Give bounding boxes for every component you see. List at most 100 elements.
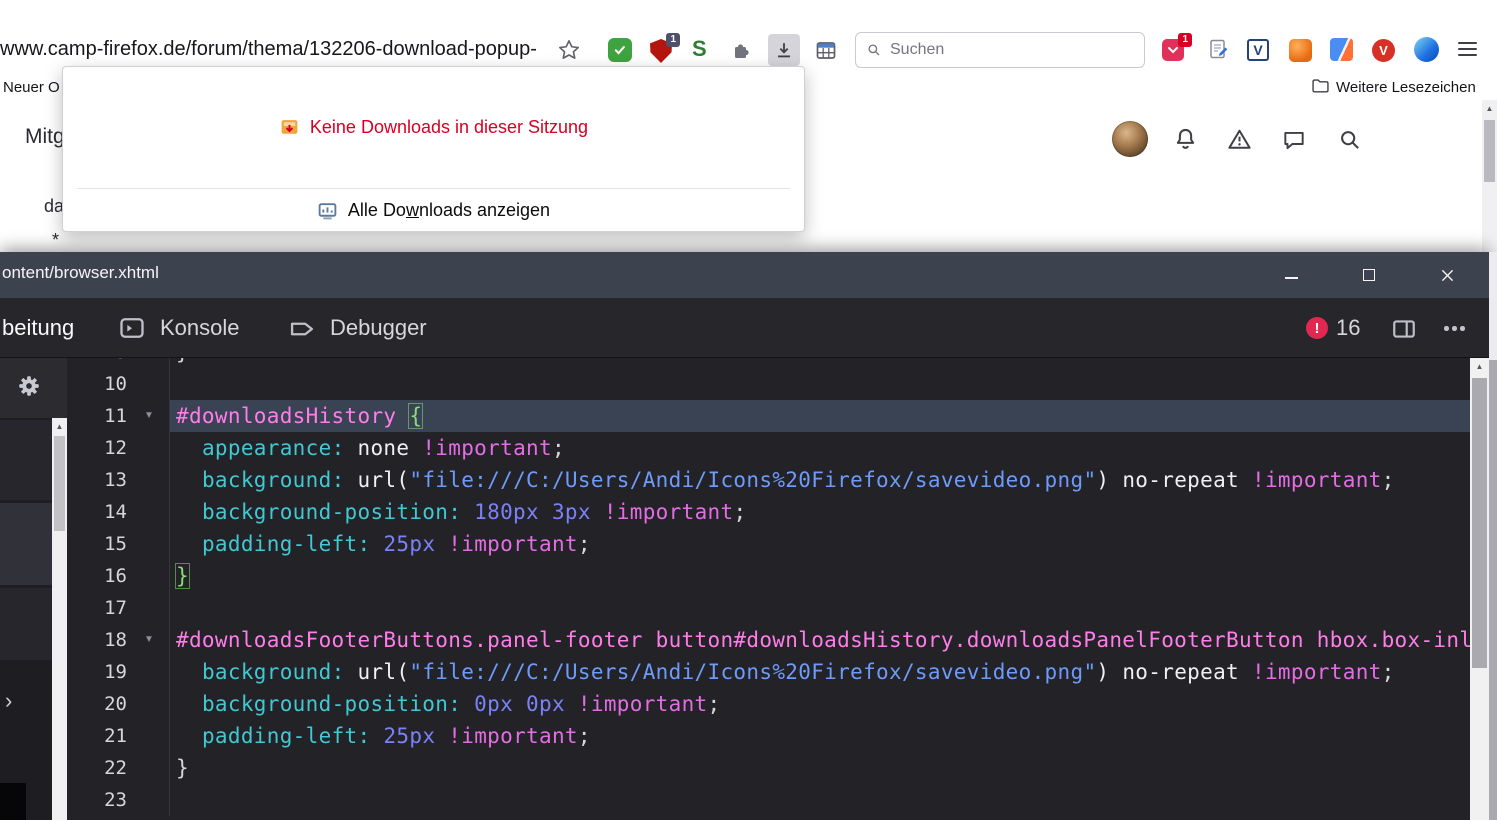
menu-hamburger-icon[interactable]: [1458, 42, 1477, 56]
bookmark-item-other-bookmarks[interactable]: Weitere Lesezeichen: [1336, 79, 1476, 96]
notifications-bell-icon[interactable]: [1172, 126, 1199, 158]
line-number: 18: [104, 624, 127, 656]
code-text[interactable]: }: [170, 358, 1470, 368]
code-text[interactable]: background: url("file:///C:/Users/Andi/I…: [170, 464, 1470, 496]
page-nav-partial-label[interactable]: Mitg: [25, 125, 65, 149]
fold-arrow-icon[interactable]: ▼: [137, 400, 161, 432]
bookmark-star-icon[interactable]: [556, 37, 582, 68]
split-panel-icon[interactable]: [1390, 316, 1418, 347]
messages-chat-icon[interactable]: [1281, 127, 1307, 158]
extension-notes-icon[interactable]: [1206, 37, 1230, 66]
close-button[interactable]: [1418, 252, 1476, 298]
code-text[interactable]: padding-left: 25px !important;: [170, 720, 1470, 752]
edge-scrollbar-thumb[interactable]: [1489, 360, 1497, 820]
extension-calendar-icon[interactable]: [814, 38, 838, 67]
devtools-titlebar[interactable]: ontent/browser.xhtml: [0, 252, 1489, 298]
extension-container-icon[interactable]: [1330, 38, 1353, 61]
search-input[interactable]: [890, 41, 1110, 59]
line-number: 15: [104, 528, 127, 560]
extension-v-box-icon[interactable]: V: [1247, 39, 1269, 61]
code-text[interactable]: background: url("file:///C:/Users/Andi/I…: [170, 656, 1470, 688]
code-line[interactable]: 22}: [67, 752, 1470, 784]
code-line[interactable]: 23: [67, 784, 1470, 816]
stylesheet-list-item[interactable]: [0, 588, 52, 660]
stylesheet-list-item[interactable]: [0, 420, 52, 500]
avatar[interactable]: [1112, 121, 1148, 157]
line-gutter: 9: [67, 358, 170, 368]
line-gutter: 14: [67, 496, 170, 528]
editor-scrollbar[interactable]: ▲: [1470, 358, 1489, 820]
alerts-warning-icon[interactable]: [1226, 126, 1253, 158]
sidebar-scrollbar[interactable]: ▲: [52, 418, 67, 820]
browser-page-scrollbar[interactable]: ▲: [1482, 100, 1497, 252]
css-source-editor[interactable]: 9}1011▼#downloadsHistory {12 appearance:…: [67, 358, 1470, 820]
downloads-toolbar-button[interactable]: [768, 34, 800, 66]
extension-stylus-icon[interactable]: S: [692, 36, 707, 62]
extension-vt-icon[interactable]: V: [1372, 39, 1395, 62]
code-text[interactable]: }: [170, 752, 1470, 784]
code-line[interactable]: 13 background: url("file:///C:/Users/And…: [67, 464, 1470, 496]
extension-pocket-icon[interactable]: 1: [1162, 39, 1184, 61]
devtools-toolbar: beitung Konsole Debugger 16: [0, 298, 1489, 358]
code-line[interactable]: 18 ▼ #downloadsFooterButtons.panel-footer …: [67, 624, 1470, 656]
line-number: 10: [104, 368, 127, 400]
devtools-window: ontent/browser.xhtml beitung Konsole Deb…: [0, 252, 1489, 820]
code-text[interactable]: appearance: none !important;: [170, 432, 1470, 464]
fold-arrow-icon[interactable]: ▼: [137, 624, 161, 656]
firefox-browser-window: www.camp-firefox.de/forum/thema/132206-d…: [0, 0, 1497, 252]
code-text[interactable]: background-position: 0px 0px !important;: [170, 688, 1470, 720]
code-line[interactable]: 11▼#downloadsHistory {: [67, 400, 1470, 432]
error-count[interactable]: 16: [1336, 298, 1360, 358]
gear-icon[interactable]: [16, 373, 42, 404]
code-text[interactable]: [170, 784, 1470, 816]
extension-swirl-icon[interactable]: [1414, 37, 1439, 62]
download-icon: [773, 39, 795, 61]
debugger-tab-icon[interactable]: [288, 315, 316, 348]
code-line[interactable]: 20 background-position: 0px 0px !importa…: [67, 688, 1470, 720]
code-line[interactable]: 12 appearance: none !important;: [67, 432, 1470, 464]
code-line[interactable]: 19 background: url("file:///C:/Users/And…: [67, 656, 1470, 688]
tab-debugger[interactable]: Debugger: [330, 298, 427, 358]
minimize-button[interactable]: [1262, 252, 1320, 298]
url-bar[interactable]: www.camp-firefox.de/forum/thema/132206-d…: [0, 38, 537, 61]
code-line[interactable]: 9}: [67, 358, 1470, 368]
bookmarks-folder-icon[interactable]: [1310, 75, 1331, 101]
scrollbar-thumb[interactable]: [54, 436, 65, 531]
extensions-puzzle-icon[interactable]: [730, 38, 754, 67]
code-line[interactable]: 16}: [67, 560, 1470, 592]
code-line[interactable]: 14 background-position: 180px 3px !impor…: [67, 496, 1470, 528]
tab-style-editor[interactable]: beitung: [2, 298, 74, 358]
code-text[interactable]: [170, 368, 1470, 400]
maximize-button[interactable]: [1340, 252, 1398, 298]
extension-green-check-icon[interactable]: [608, 38, 632, 62]
console-tab-icon[interactable]: [118, 314, 146, 347]
minimize-icon: [1285, 277, 1298, 279]
bookmark-item-left[interactable]: Neuer O: [3, 79, 60, 96]
scrollbar-thumb[interactable]: [1484, 120, 1495, 182]
meatball-menu-icon[interactable]: [1444, 326, 1465, 331]
code-line[interactable]: 15 padding-left: 25px !important;: [67, 528, 1470, 560]
search-bar[interactable]: [855, 32, 1145, 68]
extension-orange-icon[interactable]: [1289, 39, 1312, 62]
error-badge-icon[interactable]: [1306, 317, 1328, 339]
scroll-up-arrow-icon[interactable]: ▲: [1482, 100, 1497, 116]
stylesheet-list-item[interactable]: [0, 503, 52, 585]
scroll-up-arrow-icon[interactable]: ▲: [1470, 358, 1489, 374]
code-line[interactable]: 10: [67, 368, 1470, 400]
extension-ublock-icon[interactable]: 1: [650, 39, 672, 63]
show-all-downloads-button[interactable]: Alle Downloads anzeigen: [63, 189, 804, 231]
page-search-icon[interactable]: [1337, 127, 1363, 158]
code-text[interactable]: #downloadsFooterButtons.panel-footer but…: [170, 624, 1470, 656]
code-text[interactable]: [170, 592, 1470, 624]
sidebar-expand-chevron-icon[interactable]: ›: [5, 690, 12, 712]
code-text[interactable]: background-position: 180px 3px !importan…: [170, 496, 1470, 528]
tab-console[interactable]: Konsole: [160, 298, 240, 358]
scroll-up-arrow-icon[interactable]: ▲: [52, 418, 67, 434]
code-text[interactable]: padding-left: 25px !important;: [170, 528, 1470, 560]
code-text[interactable]: #downloadsHistory {: [170, 400, 1470, 432]
scrollbar-thumb[interactable]: [1472, 378, 1487, 668]
line-gutter: 15: [67, 528, 170, 560]
code-line[interactable]: 17: [67, 592, 1470, 624]
code-text[interactable]: }: [170, 560, 1470, 592]
code-line[interactable]: 21 padding-left: 25px !important;: [67, 720, 1470, 752]
